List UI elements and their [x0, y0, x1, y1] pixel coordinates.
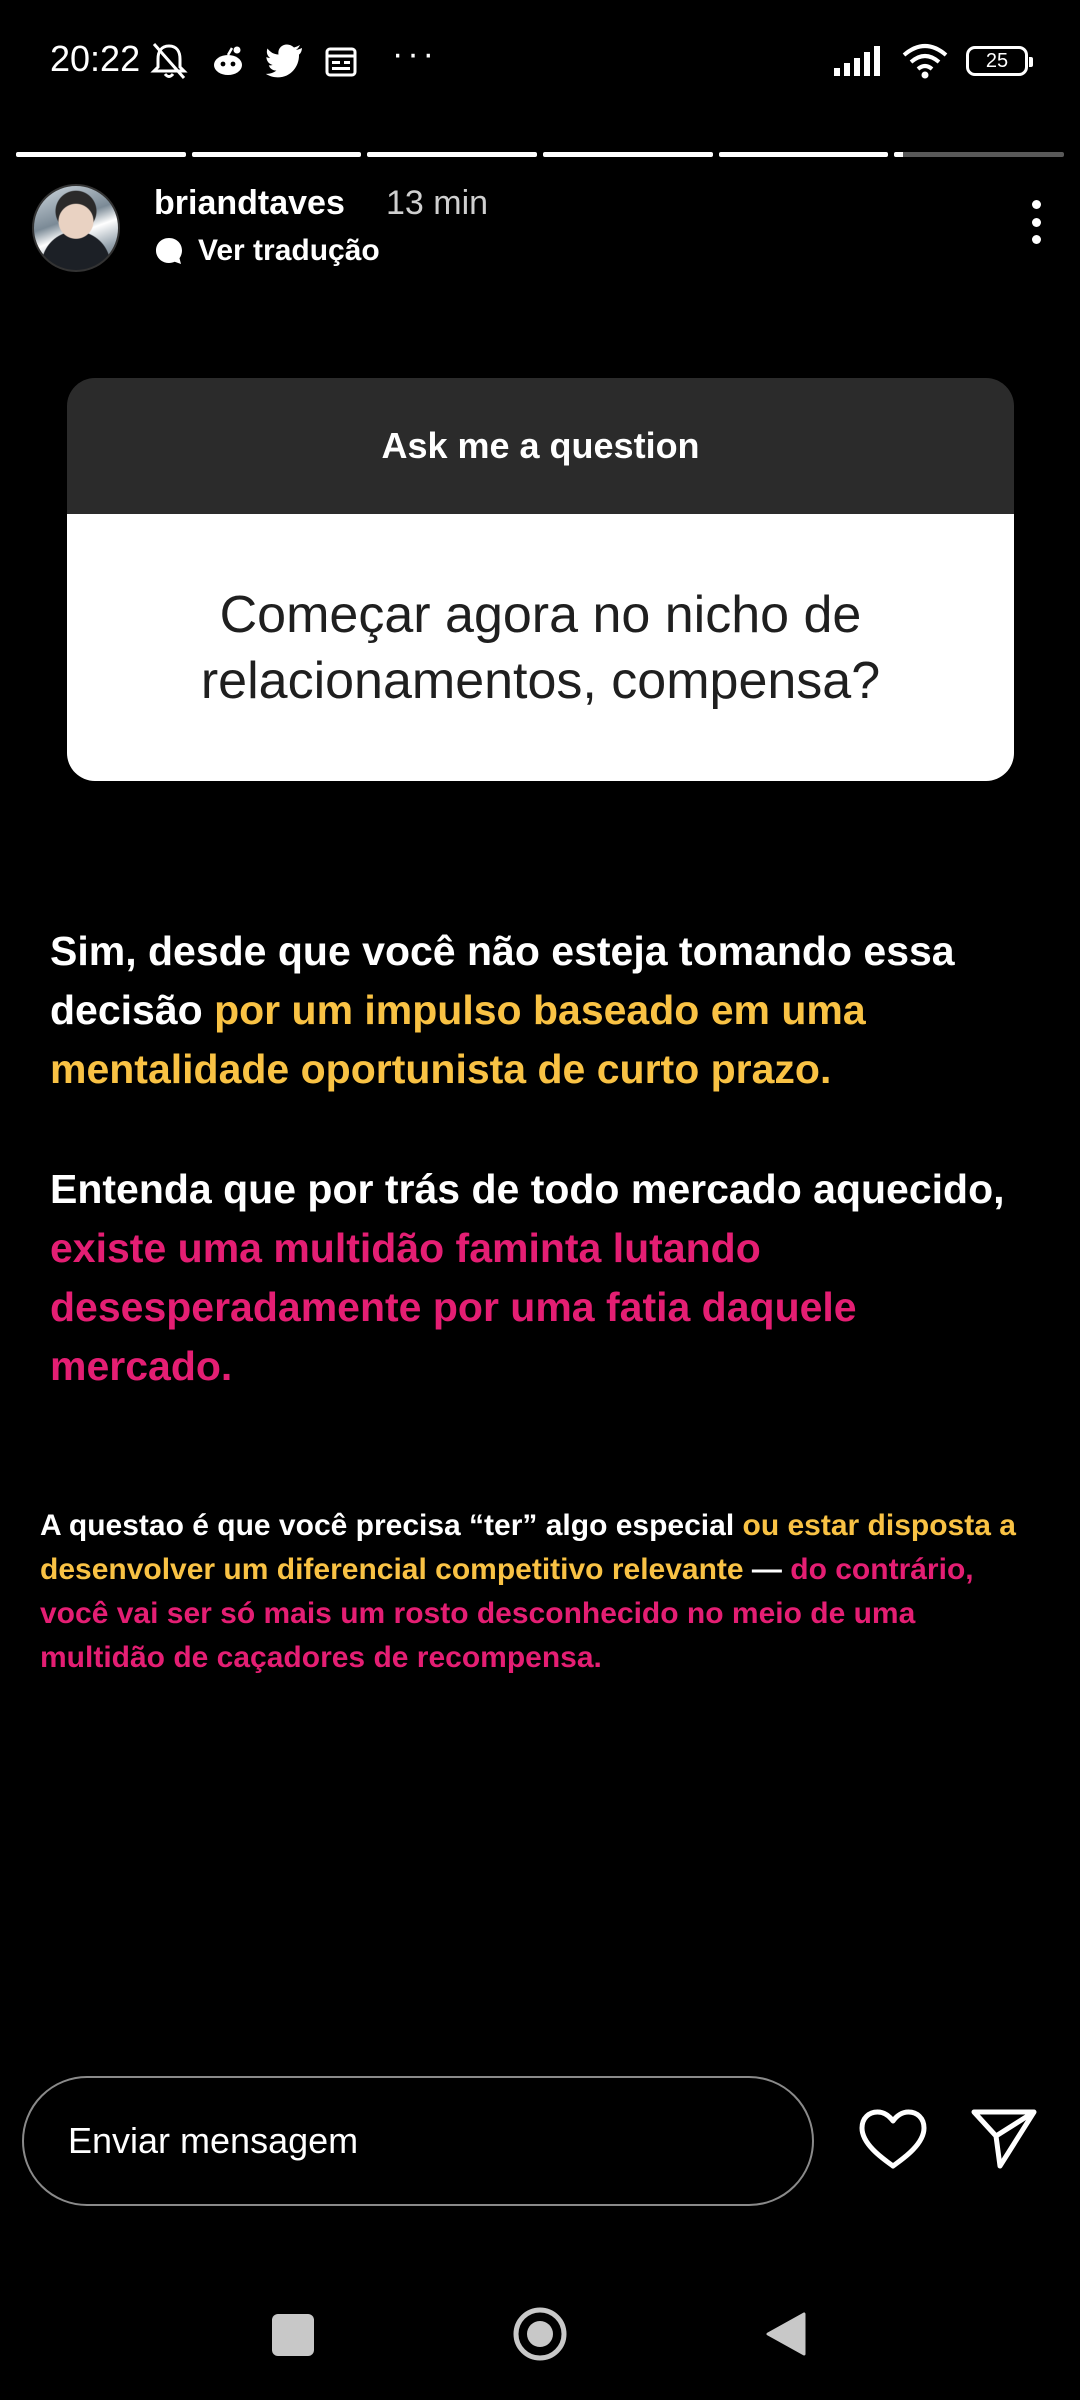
answer-3-white-text: A questao é que você precisa “ter” algo … [40, 1509, 743, 1542]
answer-2-white-text: Entenda que por trás de todo mercado aqu… [50, 1166, 1005, 1212]
calendar-icon [325, 47, 357, 77]
question-sticker-header: Ask me a question [67, 378, 1014, 514]
answer-2-pink-text: existe uma multidão faminta lutando dese… [50, 1225, 857, 1389]
mute-bell-icon [150, 43, 188, 79]
translate-label: Ver tradução [198, 234, 380, 267]
story-progress-segment [16, 152, 186, 157]
twitter-icon [266, 44, 302, 78]
home-button[interactable] [512, 2306, 568, 2362]
status-time: 20:22 [50, 38, 141, 79]
send-direct-icon[interactable] [970, 2106, 1038, 2170]
story-screen: 20:22 ··· 25 briandtaves 13 min Ver trad… [0, 0, 1080, 2400]
more-notifications-indicator: ··· [392, 34, 438, 73]
story-progress-segment [718, 152, 889, 157]
story-progress-fill [894, 152, 903, 157]
story-progress-segment [367, 152, 538, 157]
story-progress-fill [191, 152, 362, 157]
send-message-placeholder: Enviar mensagem [68, 2120, 359, 2161]
answer-paragraph-1: Sim, desde que você não esteja tomando e… [50, 922, 1050, 1099]
battery-level: 25 [985, 49, 1009, 72]
send-message-input[interactable]: Enviar mensagem [22, 2076, 814, 2206]
translate-button[interactable]: Ver tradução [154, 234, 380, 268]
more-options-icon[interactable] [1024, 200, 1048, 244]
avatar[interactable] [32, 184, 120, 272]
question-sticker[interactable]: Ask me a question Começar agora no nicho… [67, 378, 1014, 781]
wifi-icon [902, 44, 948, 79]
like-heart-icon[interactable] [858, 2108, 928, 2172]
recent-apps-button[interactable] [272, 2314, 314, 2356]
story-progress-fill [718, 152, 889, 157]
answer-3-dash: — [743, 1553, 791, 1586]
battery-icon: 25 [966, 46, 1033, 76]
story-progress-fill [367, 152, 538, 157]
status-bar: 20:22 ··· 25 [0, 0, 1080, 120]
story-time-ago: 13 min [386, 184, 489, 222]
question-text: Começar agora no nicho de relacionamento… [67, 514, 1014, 781]
story-progress-fill [543, 152, 713, 157]
answer-paragraph-3: A questao é que você precisa “ter” algo … [40, 1504, 1040, 1680]
story-header: briandtaves 13 min Ver tradução [32, 184, 1048, 284]
reddit-icon [214, 46, 242, 75]
back-button[interactable] [764, 2310, 808, 2358]
system-icons: 25 [834, 40, 1033, 82]
story-progress-bar [16, 152, 1065, 157]
signal-icon [834, 46, 880, 76]
story-progress-fill [16, 152, 186, 157]
story-progress-segment [894, 152, 1065, 157]
story-progress-segment [543, 152, 713, 157]
notification-icons: ··· [148, 34, 438, 84]
username[interactable]: briandtaves [154, 184, 345, 223]
story-progress-segment [191, 152, 362, 157]
answer-paragraph-2: Entenda que por trás de todo mercado aqu… [50, 1160, 1050, 1396]
translate-bubble-icon [156, 238, 182, 264]
